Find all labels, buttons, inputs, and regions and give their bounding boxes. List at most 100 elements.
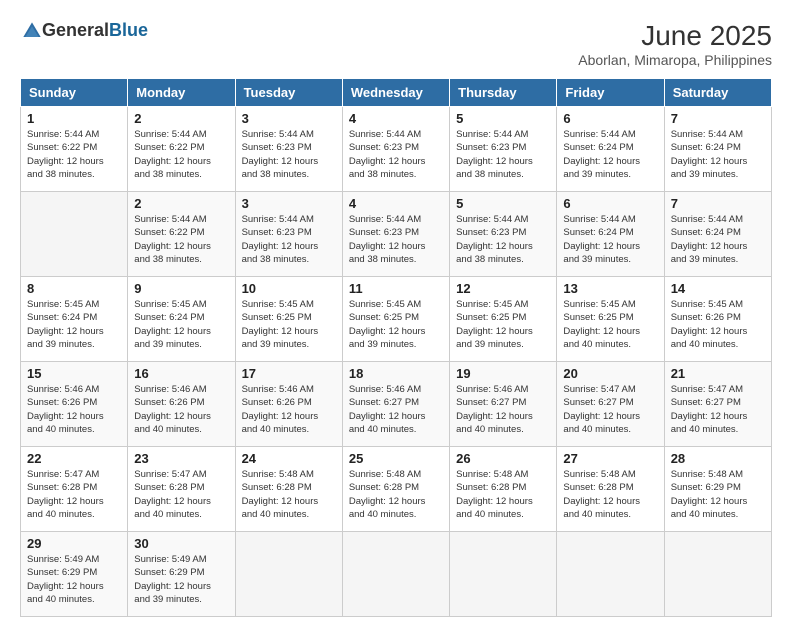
day-cell: 14 Sunrise: 5:45 AM Sunset: 6:26 PM Dayli… — [664, 277, 771, 362]
day-number: 27 — [563, 451, 657, 466]
day-cell — [342, 532, 449, 617]
day-number: 6 — [563, 196, 657, 211]
day-info: Sunrise: 5:48 AM Sunset: 6:28 PM Dayligh… — [242, 468, 336, 521]
day-info: Sunrise: 5:44 AM Sunset: 6:22 PM Dayligh… — [134, 213, 228, 266]
day-number: 23 — [134, 451, 228, 466]
day-info: Sunrise: 5:45 AM Sunset: 6:25 PM Dayligh… — [242, 298, 336, 351]
month-year-title: June 2025 — [578, 20, 772, 52]
day-cell: 5Sunrise: 5:44 AM Sunset: 6:23 PM Daylig… — [450, 107, 557, 192]
logo-icon — [22, 21, 42, 41]
day-info: Sunrise: 5:45 AM Sunset: 6:25 PM Dayligh… — [456, 298, 550, 351]
day-info: Sunrise: 5:44 AM Sunset: 6:23 PM Dayligh… — [242, 128, 336, 181]
day-number: 12 — [456, 281, 550, 296]
logo: GeneralBlue — [20, 20, 148, 41]
day-number: 5 — [456, 111, 550, 126]
day-info: Sunrise: 5:44 AM Sunset: 6:24 PM Dayligh… — [563, 213, 657, 266]
day-number: 11 — [349, 281, 443, 296]
day-info: Sunrise: 5:44 AM Sunset: 6:23 PM Dayligh… — [349, 213, 443, 266]
day-cell: 2Sunrise: 5:44 AM Sunset: 6:22 PM Daylig… — [128, 107, 235, 192]
day-cell: 11Sunrise: 5:45 AM Sunset: 6:25 PM Dayli… — [342, 277, 449, 362]
day-info: Sunrise: 5:44 AM Sunset: 6:22 PM Dayligh… — [134, 128, 228, 181]
day-cell: 6 Sunrise: 5:44 AM Sunset: 6:24 PM Daylig… — [557, 107, 664, 192]
day-cell: 2 Sunrise: 5:44 AM Sunset: 6:22 PM Daylig… — [128, 192, 235, 277]
day-number: 2 — [134, 196, 228, 211]
day-cell: 16Sunrise: 5:46 AM Sunset: 6:26 PM Dayli… — [128, 362, 235, 447]
day-number: 21 — [671, 366, 765, 381]
day-cell: 4Sunrise: 5:44 AM Sunset: 6:23 PM Daylig… — [342, 107, 449, 192]
day-cell — [235, 532, 342, 617]
day-number: 19 — [456, 366, 550, 381]
day-cell: 8 Sunrise: 5:45 AM Sunset: 6:24 PM Daylig… — [21, 277, 128, 362]
day-cell: 29 Sunrise: 5:49 AM Sunset: 6:29 PM Dayli… — [21, 532, 128, 617]
day-cell: 7 Sunrise: 5:44 AM Sunset: 6:24 PM Daylig… — [664, 107, 771, 192]
day-info: Sunrise: 5:46 AM Sunset: 6:26 PM Dayligh… — [27, 383, 121, 436]
day-number: 24 — [242, 451, 336, 466]
calendar-table: Sunday Monday Tuesday Wednesday Thursday… — [20, 78, 772, 617]
day-info: Sunrise: 5:45 AM Sunset: 6:26 PM Dayligh… — [671, 298, 765, 351]
day-number: 29 — [27, 536, 121, 551]
location-subtitle: Aborlan, Mimaropa, Philippines — [578, 52, 772, 68]
day-number: 10 — [242, 281, 336, 296]
day-number: 4 — [349, 196, 443, 211]
day-number: 5 — [456, 196, 550, 211]
day-cell: 21 Sunrise: 5:47 AM Sunset: 6:27 PM Dayli… — [664, 362, 771, 447]
day-info: Sunrise: 5:48 AM Sunset: 6:28 PM Dayligh… — [456, 468, 550, 521]
week-row-1: 2 Sunrise: 5:44 AM Sunset: 6:22 PM Daylig… — [21, 192, 772, 277]
day-info: Sunrise: 5:48 AM Sunset: 6:29 PM Dayligh… — [671, 468, 765, 521]
day-number: 14 — [671, 281, 765, 296]
day-cell: 24 Sunrise: 5:48 AM Sunset: 6:28 PM Dayli… — [235, 447, 342, 532]
day-info: Sunrise: 5:44 AM Sunset: 6:24 PM Dayligh… — [671, 128, 765, 181]
day-info: Sunrise: 5:47 AM Sunset: 6:28 PM Dayligh… — [134, 468, 228, 521]
day-info: Sunrise: 5:44 AM Sunset: 6:23 PM Dayligh… — [349, 128, 443, 181]
week-row-2: 8 Sunrise: 5:45 AM Sunset: 6:24 PM Daylig… — [21, 277, 772, 362]
col-monday: Monday — [128, 79, 235, 107]
day-number: 22 — [27, 451, 121, 466]
day-number: 6 — [563, 111, 657, 126]
day-number: 3 — [242, 111, 336, 126]
day-info: Sunrise: 5:45 AM Sunset: 6:24 PM Dayligh… — [27, 298, 121, 351]
day-info: Sunrise: 5:45 AM Sunset: 6:25 PM Dayligh… — [563, 298, 657, 351]
day-info: Sunrise: 5:49 AM Sunset: 6:29 PM Dayligh… — [27, 553, 121, 606]
col-sunday: Sunday — [21, 79, 128, 107]
day-info: Sunrise: 5:49 AM Sunset: 6:29 PM Dayligh… — [134, 553, 228, 606]
day-number: 17 — [242, 366, 336, 381]
week-row-0: 1Sunrise: 5:44 AM Sunset: 6:22 PM Daylig… — [21, 107, 772, 192]
day-cell: 3Sunrise: 5:44 AM Sunset: 6:23 PM Daylig… — [235, 192, 342, 277]
day-number: 30 — [134, 536, 228, 551]
logo-general: General — [42, 20, 109, 40]
col-tuesday: Tuesday — [235, 79, 342, 107]
day-cell: 15Sunrise: 5:46 AM Sunset: 6:26 PM Dayli… — [21, 362, 128, 447]
header-row: Sunday Monday Tuesday Wednesday Thursday… — [21, 79, 772, 107]
day-cell — [450, 532, 557, 617]
day-cell: 23 Sunrise: 5:47 AM Sunset: 6:28 PM Dayli… — [128, 447, 235, 532]
day-cell: 22Sunrise: 5:47 AM Sunset: 6:28 PM Dayli… — [21, 447, 128, 532]
day-info: Sunrise: 5:44 AM Sunset: 6:23 PM Dayligh… — [242, 213, 336, 266]
day-info: Sunrise: 5:48 AM Sunset: 6:28 PM Dayligh… — [563, 468, 657, 521]
day-number: 9 — [134, 281, 228, 296]
day-number: 7 — [671, 111, 765, 126]
week-row-4: 22 Sunrise: 5:47 AM Sunset: 6:28 PM Dayli… — [21, 447, 772, 532]
day-cell: 4 Sunrise: 5:44 AM Sunset: 6:23 PM Daylig… — [342, 192, 449, 277]
day-number: 28 — [671, 451, 765, 466]
day-info: Sunrise: 5:46 AM Sunset: 6:27 PM Dayligh… — [349, 383, 443, 436]
day-cell: 19 Sunrise: 5:46 AM Sunset: 6:27 PM Dayli… — [450, 362, 557, 447]
day-number: 20 — [563, 366, 657, 381]
day-cell: 6 Sunrise: 5:44 AM Sunset: 6:24 PM Daylig… — [557, 192, 664, 277]
day-info: Sunrise: 5:44 AM Sunset: 6:24 PM Dayligh… — [563, 128, 657, 181]
page-header: GeneralBlue June 2025 Aborlan, Mimaropa,… — [10, 10, 782, 73]
day-info: Sunrise: 5:47 AM Sunset: 6:27 PM Dayligh… — [671, 383, 765, 436]
day-cell: 30 Sunrise: 5:49 AM Sunset: 6:29 PM Dayli… — [128, 532, 235, 617]
day-number: 8 — [27, 281, 121, 296]
day-number: 7 — [671, 196, 765, 211]
day-info: Sunrise: 5:45 AM Sunset: 6:24 PM Dayligh… — [134, 298, 228, 351]
day-number: 16 — [134, 366, 228, 381]
day-number: 13 — [563, 281, 657, 296]
week-row-5: 29 Sunrise: 5:49 AM Sunset: 6:29 PM Dayli… — [21, 532, 772, 617]
day-info: Sunrise: 5:46 AM Sunset: 6:27 PM Dayligh… — [456, 383, 550, 436]
day-number: 25 — [349, 451, 443, 466]
day-cell: 28 Sunrise: 5:48 AM Sunset: 6:29 PM Dayli… — [664, 447, 771, 532]
day-info: Sunrise: 5:44 AM Sunset: 6:24 PM Dayligh… — [671, 213, 765, 266]
day-info: Sunrise: 5:48 AM Sunset: 6:28 PM Dayligh… — [349, 468, 443, 521]
day-cell — [557, 532, 664, 617]
col-thursday: Thursday — [450, 79, 557, 107]
